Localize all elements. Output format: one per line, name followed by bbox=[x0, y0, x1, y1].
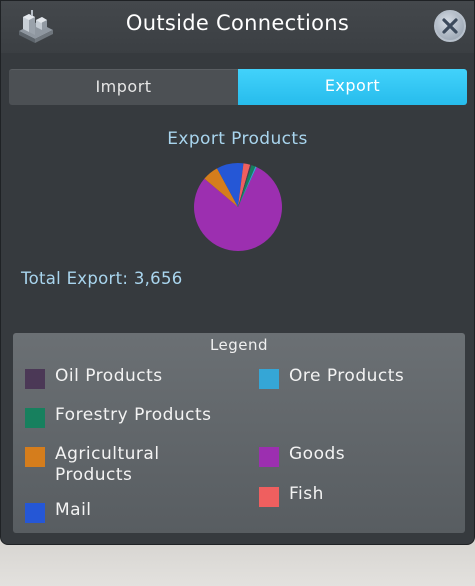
background-strip bbox=[0, 540, 475, 586]
window-title: Outside Connections bbox=[125, 11, 350, 35]
legend-label-goods: Goods bbox=[289, 444, 346, 464]
chart-title: Export Products bbox=[167, 129, 308, 149]
legend-label-oil-products: Oil Products bbox=[55, 366, 163, 386]
legend-swatch-forestry-products bbox=[25, 408, 45, 428]
legend-swatch-fish bbox=[259, 487, 279, 507]
legend-label-fish: Fish bbox=[289, 484, 324, 504]
title-bar[interactable]: Outside Connections bbox=[1, 1, 474, 53]
legend-label-agricultural-line2: Products bbox=[55, 465, 133, 485]
legend-box: Legend Oil Products Ore Products Forestr… bbox=[13, 333, 465, 533]
total-export-label: Total Export: bbox=[21, 269, 129, 288]
legend-swatch-oil-products bbox=[25, 369, 45, 389]
legend-label-mail: Mail bbox=[55, 500, 92, 520]
close-button[interactable] bbox=[434, 10, 466, 42]
close-icon bbox=[442, 18, 458, 34]
tab-import[interactable]: Import bbox=[9, 69, 238, 105]
total-export: Total Export: 3,656 bbox=[21, 269, 183, 288]
total-export-value: 3,656 bbox=[133, 269, 183, 288]
legend-label-ore-products: Ore Products bbox=[289, 366, 405, 386]
export-pie-chart bbox=[194, 162, 283, 251]
tab-export[interactable]: Export bbox=[238, 69, 467, 105]
tab-bar: Import Export bbox=[9, 69, 467, 105]
legend-swatch-goods bbox=[259, 447, 279, 467]
legend-label-forestry-products: Forestry Products bbox=[55, 405, 212, 425]
legend-swatch-agricultural-products bbox=[25, 447, 45, 467]
legend-swatch-ore-products bbox=[259, 369, 279, 389]
legend-label-agricultural-line1: Agricultural bbox=[55, 444, 160, 464]
legend-title: Legend bbox=[209, 336, 269, 354]
outside-connections-panel: Outside Connections Import Export Export… bbox=[0, 0, 475, 545]
legend-swatch-mail bbox=[25, 503, 45, 523]
